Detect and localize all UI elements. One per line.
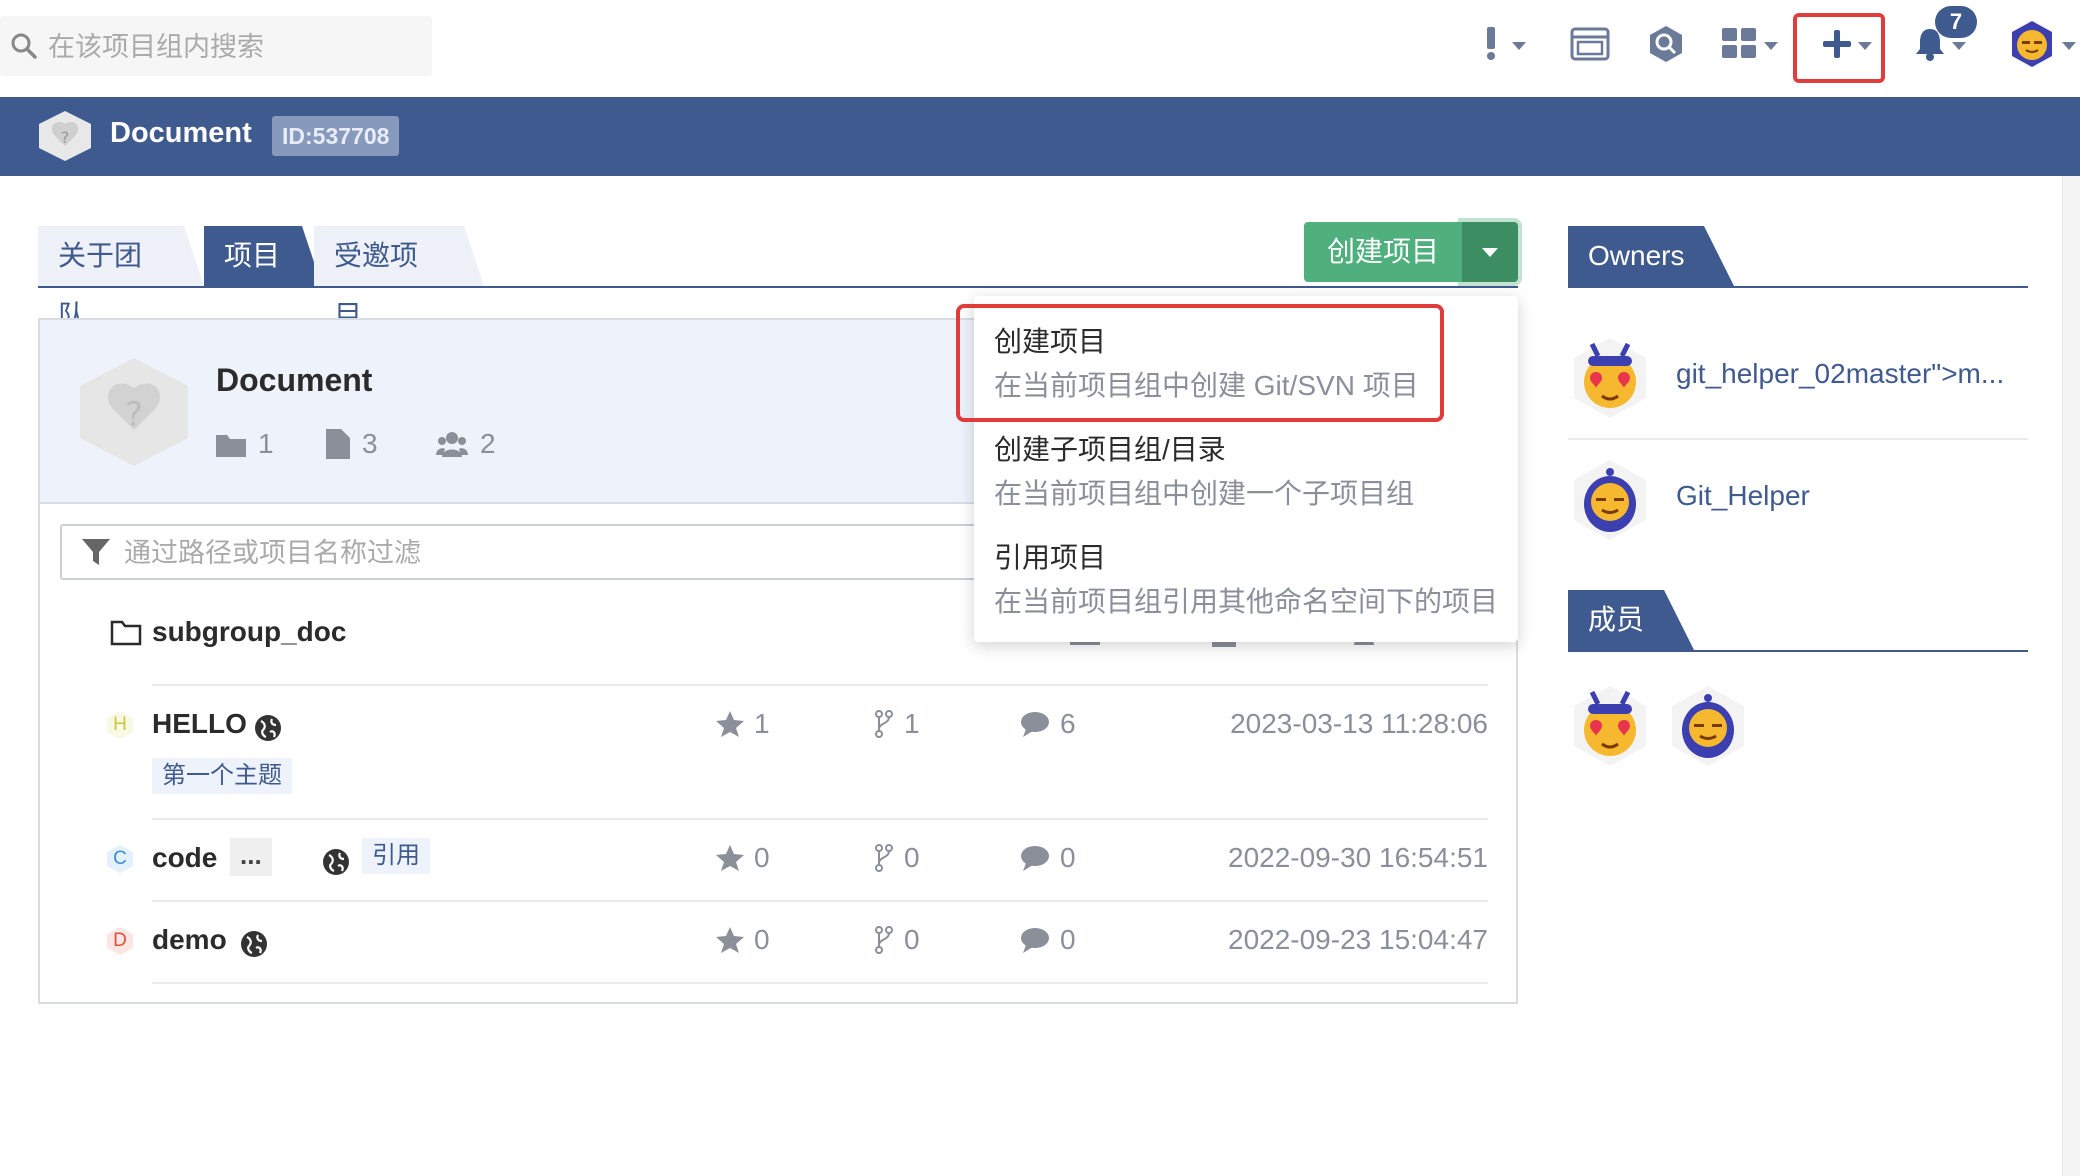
ellipsis-toggle[interactable]: ... xyxy=(230,838,272,876)
chevron-down-icon xyxy=(1764,42,1778,50)
group-avatar: ? xyxy=(74,356,194,473)
star-icon xyxy=(716,845,744,871)
globe-icon xyxy=(254,714,282,747)
chevron-down-icon xyxy=(1952,42,1966,50)
filter-input[interactable] xyxy=(122,534,826,572)
tab-invited-projects[interactable]: 受邀项目 xyxy=(314,226,484,331)
search-icon xyxy=(10,32,38,65)
fork-count: 1 xyxy=(874,708,920,740)
project-row[interactable]: H HELLO 第一个主题 1 1 6 2023-03-13 11:28:06 xyxy=(107,684,1488,820)
fork-icon xyxy=(875,844,893,872)
project-letter-icon: D xyxy=(106,926,134,956)
globe-icon xyxy=(240,930,268,963)
menu-item-reference-project[interactable]: 引用项目 在当前项目组引用其他命名空间下的项目 xyxy=(974,516,1518,626)
star-count: 0 xyxy=(716,842,770,874)
project-row[interactable]: C code ... 引用 0 0 0 2022-09-30 16:54:51 xyxy=(107,818,1488,902)
chevron-down-icon xyxy=(2062,42,2076,50)
project-updated-date: 2023-03-13 11:28:06 xyxy=(1230,708,1488,739)
reference-tag: 引用 xyxy=(362,838,430,874)
search-input[interactable] xyxy=(46,26,420,68)
group-header: ? Document ID:537708 xyxy=(0,97,2080,176)
comment-icon xyxy=(1021,928,1049,953)
plus-icon xyxy=(1822,29,1852,64)
owners-header: Owners xyxy=(1568,226,2028,288)
project-letter-icon: H xyxy=(106,710,134,740)
comment-icon xyxy=(1021,846,1049,871)
comment-icon xyxy=(1021,712,1049,737)
top-bar: 7 xyxy=(0,0,2080,97)
chevron-down-icon xyxy=(1858,42,1872,50)
tab-about-team[interactable]: 关于团队 xyxy=(38,226,204,331)
fork-count: 0 xyxy=(874,842,920,874)
owner-avatar xyxy=(1568,458,1652,547)
user-avatar xyxy=(2008,20,2056,73)
globe-icon xyxy=(322,848,350,881)
caret-down-icon xyxy=(1482,248,1498,257)
subgroup-name[interactable]: subgroup_doc xyxy=(152,616,346,648)
project-updated-date: 2022-09-23 15:04:47 xyxy=(1228,924,1488,955)
filter-icon xyxy=(82,539,110,572)
apps-menu[interactable] xyxy=(1722,22,1778,70)
star-icon xyxy=(716,927,744,953)
tab-projects[interactable]: 项目 xyxy=(204,226,322,286)
grid-icon xyxy=(1722,27,1758,65)
scrollbar[interactable] xyxy=(2062,176,2080,1176)
project-updated-date: 2022-09-30 16:54:51 xyxy=(1228,842,1488,873)
folder-outline-icon xyxy=(110,618,142,651)
member-avatar[interactable] xyxy=(1666,684,1750,773)
member-avatar[interactable] xyxy=(1568,684,1652,773)
group-search xyxy=(0,16,432,76)
fork-count: 0 xyxy=(874,924,920,956)
file-icon xyxy=(326,429,350,459)
owner-item[interactable]: git_helper_02master">m... xyxy=(1568,318,2028,440)
comment-count: 6 xyxy=(1020,708,1076,740)
fork-icon xyxy=(875,926,893,954)
project-name[interactable]: HELLO xyxy=(152,708,247,740)
search-hexagon-icon xyxy=(1646,24,1686,69)
project-name[interactable]: code xyxy=(152,842,217,874)
users-icon xyxy=(436,432,468,457)
group-tabs: 关于团队 项目 受邀项目 xyxy=(38,226,1518,331)
folder-icon xyxy=(216,435,246,457)
group-name[interactable]: Document xyxy=(110,117,252,150)
folder-count: 1 xyxy=(216,428,274,460)
star-icon xyxy=(716,711,744,737)
user-menu[interactable] xyxy=(2008,20,2076,73)
new-menu-button[interactable] xyxy=(1822,22,1872,70)
group-title: Document xyxy=(216,362,373,398)
chevron-down-icon xyxy=(1512,42,1526,50)
star-count: 1 xyxy=(716,708,770,740)
topic-tag[interactable]: 第一个主题 xyxy=(152,758,292,794)
project-row[interactable]: D demo 0 0 0 2022-09-23 15:04:47 xyxy=(107,900,1488,984)
svg-text:?: ? xyxy=(125,395,143,435)
owner-avatar xyxy=(1568,336,1652,425)
member-count: 2 xyxy=(436,428,496,460)
project-name[interactable]: demo xyxy=(152,924,227,956)
menu-item-create-subgroup[interactable]: 创建子项目组/目录 在当前项目组中创建一个子项目组 xyxy=(974,406,1518,516)
notification-count-badge: 7 xyxy=(1935,6,1977,38)
issues-menu[interactable] xyxy=(1484,22,1526,70)
comment-count: 0 xyxy=(1020,924,1076,956)
owner-item[interactable]: Git_Helper xyxy=(1568,440,2028,560)
browser-window-icon xyxy=(1570,27,1610,66)
star-count: 0 xyxy=(716,924,770,956)
fork-icon xyxy=(875,710,893,738)
group-id-badge: ID:537708 xyxy=(272,116,400,156)
members-header: 成员 xyxy=(1568,590,2028,652)
highlight-create-project-item xyxy=(956,304,1444,422)
file-count: 3 xyxy=(326,428,378,460)
owner-name[interactable]: git_helper_02master">m... xyxy=(1676,358,2004,390)
project-letter-icon: C xyxy=(106,844,134,874)
owner-name[interactable]: Git_Helper xyxy=(1676,480,1810,512)
svg-text:?: ? xyxy=(61,128,70,147)
exclamation-icon xyxy=(1484,26,1498,66)
explore-button[interactable] xyxy=(1646,22,1686,70)
create-project-dropdown-toggle[interactable] xyxy=(1462,222,1518,282)
create-project-button[interactable]: 创建项目 xyxy=(1304,222,1462,282)
group-logo: ? xyxy=(36,110,94,167)
comment-count: 0 xyxy=(1020,842,1076,874)
board-button[interactable] xyxy=(1570,22,1610,70)
